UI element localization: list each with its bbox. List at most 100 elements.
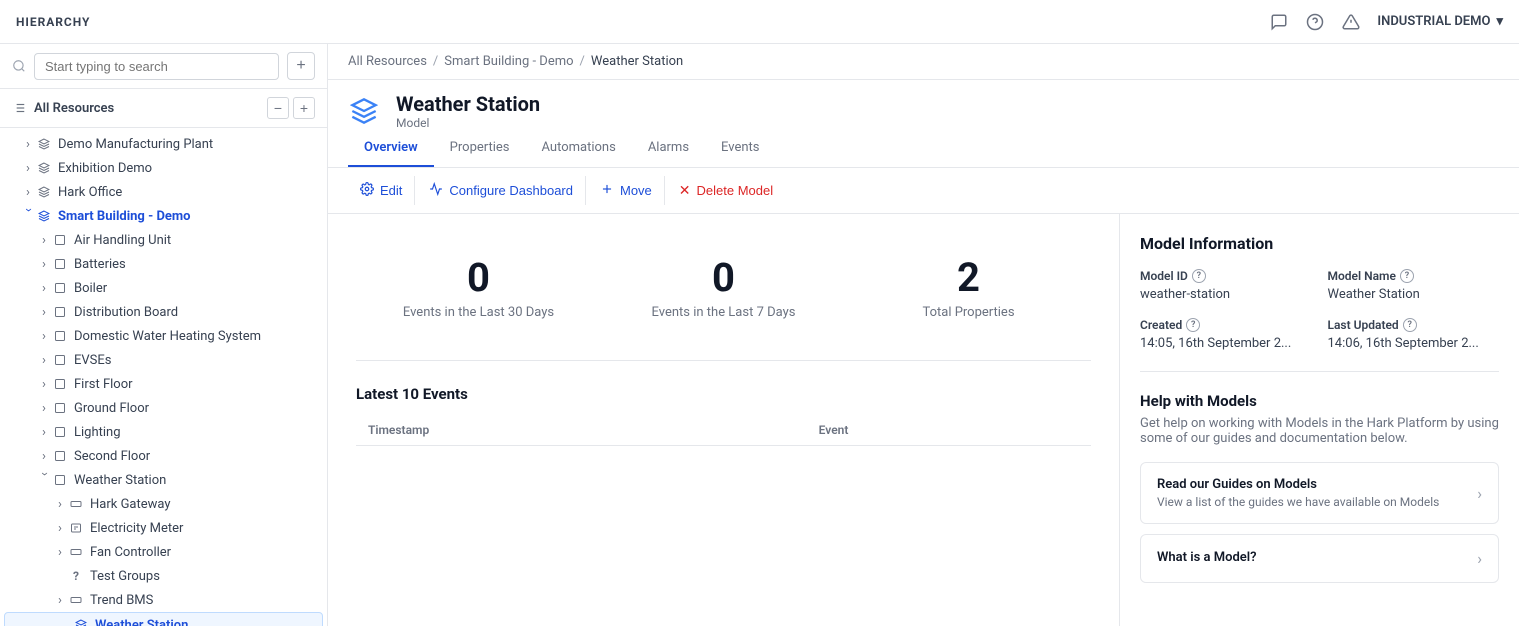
box-icon — [52, 424, 68, 440]
sidebar-item-hark-office[interactable]: › Hark Office — [0, 180, 327, 204]
sidebar-item-ground-floor[interactable]: › Ground Floor — [0, 396, 327, 420]
box-icon — [52, 304, 68, 320]
help-icon[interactable] — [1305, 12, 1325, 32]
sidebar-item-label: EVSEs — [74, 353, 111, 368]
total-properties-value: 2 — [862, 254, 1075, 301]
tab-events[interactable]: Events — [705, 130, 775, 167]
user-chevron: ▾ — [1496, 14, 1503, 29]
page-title: Weather Station — [396, 92, 1499, 116]
model-name-label: Model Name ? — [1328, 269, 1500, 283]
help-card-what-is-model[interactable]: What is a Model? › — [1140, 534, 1499, 583]
chevron-right-icon: › — [36, 352, 52, 368]
last-updated-help-icon[interactable]: ? — [1403, 318, 1417, 332]
sidebar-item-fan-controller[interactable]: › Fan Controller — [0, 540, 327, 564]
events-7-label: Events in the Last 7 Days — [617, 305, 830, 320]
main-layout: + All Resources − + › Demo Manufacturing… — [0, 44, 1519, 626]
chevron-right-icon: › — [52, 496, 68, 512]
page-model-icon — [348, 95, 380, 127]
sidebar-item-smart-building[interactable]: › Smart Building - Demo — [0, 204, 327, 228]
breadcrumb-sep-1: / — [433, 54, 438, 69]
page-header: Weather Station Model — [328, 80, 1519, 130]
sidebar-item-weather-station-group[interactable]: › Weather Station — [0, 468, 327, 492]
col-event: Event — [807, 415, 1091, 446]
content-area: All Resources / Smart Building - Demo / … — [328, 44, 1519, 626]
tab-overview[interactable]: Overview — [348, 130, 434, 167]
help-card-model-text: What is a Model? — [1157, 550, 1257, 568]
sidebar-item-hark-gateway[interactable]: › Hark Gateway — [0, 492, 327, 516]
breadcrumb-all-resources[interactable]: All Resources — [348, 54, 427, 69]
sidebar-item-label: Distribution Board — [74, 305, 178, 320]
chevron-right-icon: › — [36, 400, 52, 416]
sidebar-item-demo-manufacturing[interactable]: › Demo Manufacturing Plant — [0, 132, 327, 156]
search-input[interactable] — [34, 53, 279, 80]
sidebar-item-label: Trend BMS — [90, 593, 153, 608]
model-id-help-icon[interactable]: ? — [1192, 269, 1206, 283]
delete-label: Delete Model — [697, 183, 774, 198]
help-card-model-title: What is a Model? — [1157, 550, 1257, 565]
events-section-title: Latest 10 Events — [356, 385, 1091, 403]
edit-button[interactable]: Edit — [348, 176, 415, 205]
sidebar-item-evses[interactable]: › EVSEs — [0, 348, 327, 372]
page-subtitle: Model — [396, 116, 1499, 130]
sidebar-item-domestic-water[interactable]: › Domestic Water Heating System — [0, 324, 327, 348]
chevron-right-icon: › — [36, 280, 52, 296]
last-updated-value: 14:06, 16th September 2... — [1328, 336, 1500, 351]
sidebar-item-lighting[interactable]: › Lighting — [0, 420, 327, 444]
sidebar-item-exhibition-demo[interactable]: › Exhibition Demo — [0, 156, 327, 180]
tab-properties[interactable]: Properties — [434, 130, 526, 167]
sidebar-tree: › Demo Manufacturing Plant › Exhibition … — [0, 128, 327, 626]
collapse-all-button[interactable]: − — [267, 97, 289, 119]
user-menu[interactable]: INDUSTRIAL DEMO ▾ — [1377, 14, 1503, 29]
events-30-label: Events in the Last 30 Days — [372, 305, 585, 320]
sidebar-item-air-handling[interactable]: › Air Handling Unit — [0, 228, 327, 252]
sidebar-item-label: Hark Office — [58, 185, 122, 200]
move-label: Move — [620, 183, 652, 198]
sidebar-item-label: Exhibition Demo — [58, 161, 152, 176]
sidebar-item-label: Domestic Water Heating System — [74, 329, 261, 344]
sidebar-item-boiler[interactable]: › Boiler — [0, 276, 327, 300]
sidebar-item-label: Demo Manufacturing Plant — [58, 137, 213, 152]
move-icon — [600, 182, 614, 199]
sidebar-item-batteries[interactable]: › Batteries — [0, 252, 327, 276]
add-resource-button[interactable]: + — [287, 52, 315, 80]
sidebar-item-trend-bms[interactable]: › Trend BMS — [0, 588, 327, 612]
breadcrumb-smart-building[interactable]: Smart Building - Demo — [444, 54, 573, 69]
help-card-guides[interactable]: Read our Guides on Models View a list of… — [1140, 462, 1499, 524]
sidebar-item-weather-station-leaf[interactable]: › Weather Station — [4, 612, 323, 626]
help-card-guides-title: Read our Guides on Models — [1157, 477, 1439, 492]
configure-dashboard-button[interactable]: Configure Dashboard — [417, 176, 586, 205]
breadcrumb-current: Weather Station — [591, 54, 683, 69]
topbar: HIERARCHY INDUSTRIAL DEMO ▾ — [0, 0, 1519, 44]
chat-icon[interactable] — [1269, 12, 1289, 32]
delete-model-button[interactable]: ✕ Delete Model — [667, 176, 785, 205]
main-panel: 0 Events in the Last 30 Days 0 Events in… — [328, 214, 1119, 626]
sidebar-item-label: Batteries — [74, 257, 126, 272]
sidebar-item-distribution-board[interactable]: › Distribution Board — [0, 300, 327, 324]
stats-row: 0 Events in the Last 30 Days 0 Events in… — [356, 238, 1091, 361]
configure-label: Configure Dashboard — [449, 183, 573, 198]
sidebar-item-first-floor[interactable]: › First Floor — [0, 372, 327, 396]
sidebar: + All Resources − + › Demo Manufacturing… — [0, 44, 328, 626]
sidebar-header: All Resources − + — [0, 89, 327, 128]
created-help-icon[interactable]: ? — [1186, 318, 1200, 332]
close-icon: ✕ — [679, 182, 691, 199]
all-resources-toggle[interactable]: All Resources — [12, 101, 114, 116]
help-card-guides-desc: View a list of the guides we have availa… — [1157, 495, 1439, 509]
chevron-right-icon: › — [52, 520, 68, 536]
sidebar-item-second-floor[interactable]: › Second Floor — [0, 444, 327, 468]
move-button[interactable]: Move — [588, 176, 665, 205]
model-name-value: Weather Station — [1328, 287, 1500, 302]
tab-automations[interactable]: Automations — [526, 130, 632, 167]
last-updated-label: Last Updated ? — [1328, 318, 1500, 332]
model-name-help-icon[interactable]: ? — [1400, 269, 1414, 283]
events-30-value: 0 — [372, 254, 585, 301]
alert-icon[interactable] — [1341, 12, 1361, 32]
created-label: Created ? — [1140, 318, 1312, 332]
expand-all-button[interactable]: + — [293, 97, 315, 119]
total-properties-label: Total Properties — [862, 305, 1075, 320]
gateway-icon — [68, 544, 84, 560]
sidebar-item-test-groups[interactable]: › ? Test Groups — [0, 564, 327, 588]
toolbar: Edit Configure Dashboard Move ✕ Delete M… — [328, 168, 1519, 214]
tab-alarms[interactable]: Alarms — [632, 130, 705, 167]
sidebar-item-electricity-meter[interactable]: › Electricity Meter — [0, 516, 327, 540]
